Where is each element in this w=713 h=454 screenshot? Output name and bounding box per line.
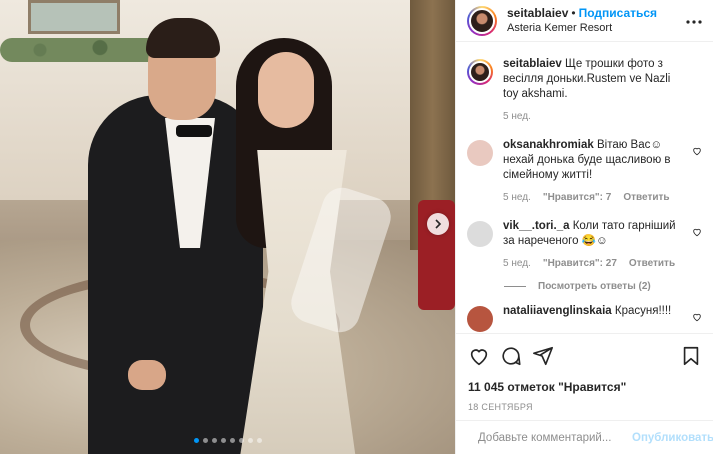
share-icon[interactable] [532,345,554,367]
post-sidebar: seitablaiev • Подписаться Asteria Kemer Re… [455,0,713,454]
comment-input[interactable] [478,431,632,444]
header-text: seitablaiev • Подписаться Asteria Kemer Re… [507,6,685,36]
more-options-button[interactable] [685,12,703,30]
post-location[interactable]: Asteria Kemer Resort [507,21,685,36]
follow-button[interactable]: Подписаться [579,6,657,20]
heart-icon[interactable] [468,345,490,367]
comment-time[interactable]: 5 нед. [503,256,531,271]
comment-item: nataliiavenglinskaia Красуня!!!! [467,304,702,332]
comment-item: oksanakhromiak Вітаю Вас☺ нехай донька б… [467,138,702,205]
reply-button[interactable]: Ответить [623,190,669,205]
carousel-dot [203,438,208,443]
separator-dot: • [571,5,576,20]
comment-text: Красуня!!!! [614,305,672,317]
comment-item: vik__.tori._a Коли тато гарніший за наре… [467,219,702,271]
reply-button[interactable]: Ответить [629,256,675,271]
carousel-dot [221,438,226,443]
view-replies-button[interactable]: Посмотреть ответы (2) [504,281,702,292]
comment-heart-icon[interactable] [692,312,702,322]
photo-bride-head [258,52,314,128]
bookmark-icon[interactable] [680,345,702,367]
photo-window [28,0,120,34]
more-dots-icon [686,19,702,24]
chevron-right-icon [435,219,442,229]
commenter-avatar[interactable] [467,306,493,332]
next-photo-button[interactable] [427,213,449,235]
carousel-dot [239,438,244,443]
caption: seitablaiev Ще трошки фото з весілля дон… [467,57,702,124]
author-username[interactable]: seitablaiev [507,6,568,20]
photo-bowtie [176,125,212,137]
photo-hand [128,360,166,390]
comment-likes[interactable]: "Нравится": 27 [543,256,617,271]
comment-time[interactable]: 5 нед. [503,190,531,205]
caption-avatar[interactable] [467,59,493,85]
commenter-avatar[interactable] [467,140,493,166]
comment-username[interactable]: vik__.tori._a [503,220,569,232]
comments-list[interactable]: seitablaiev Ще трошки фото з весілля дон… [456,43,713,333]
likes-count[interactable]: 11 045 отметок "Нравится" [468,380,702,394]
caption-time[interactable]: 5 нед. [503,109,531,124]
comment-heart-icon[interactable] [692,227,702,237]
carousel-dot [248,438,253,443]
carousel-indicator [194,438,262,443]
post-photo[interactable] [0,0,455,454]
author-avatar[interactable] [467,5,497,36]
commenter-avatar[interactable] [467,221,493,247]
instagram-post: seitablaiev • Подписаться Asteria Kemer Re… [0,0,713,454]
caption-username[interactable]: seitablaiev [503,58,562,70]
comment-likes[interactable]: "Нравится": 7 [543,190,612,205]
replies-divider [504,286,526,287]
post-header: seitablaiev • Подписаться Asteria Kemer Re… [456,0,713,42]
carousel-dot [212,438,217,443]
add-comment-bar: Опубликовать [456,420,713,454]
carousel-dot [194,438,199,443]
view-replies-label: Посмотреть ответы (2) [538,281,651,292]
post-actions: 11 045 отметок "Нравится" 18 СЕНТЯБРЯ [456,333,713,412]
comment-icon[interactable] [500,345,522,367]
comment-username[interactable]: nataliiavenglinskaia [503,305,612,317]
post-date[interactable]: 18 СЕНТЯБРЯ [468,402,702,412]
comment-username[interactable]: oksanakhromiak [503,139,594,151]
comment-heart-icon[interactable] [692,146,702,156]
publish-button[interactable]: Опубликовать [632,432,713,444]
carousel-dot [257,438,262,443]
carousel-dot [230,438,235,443]
